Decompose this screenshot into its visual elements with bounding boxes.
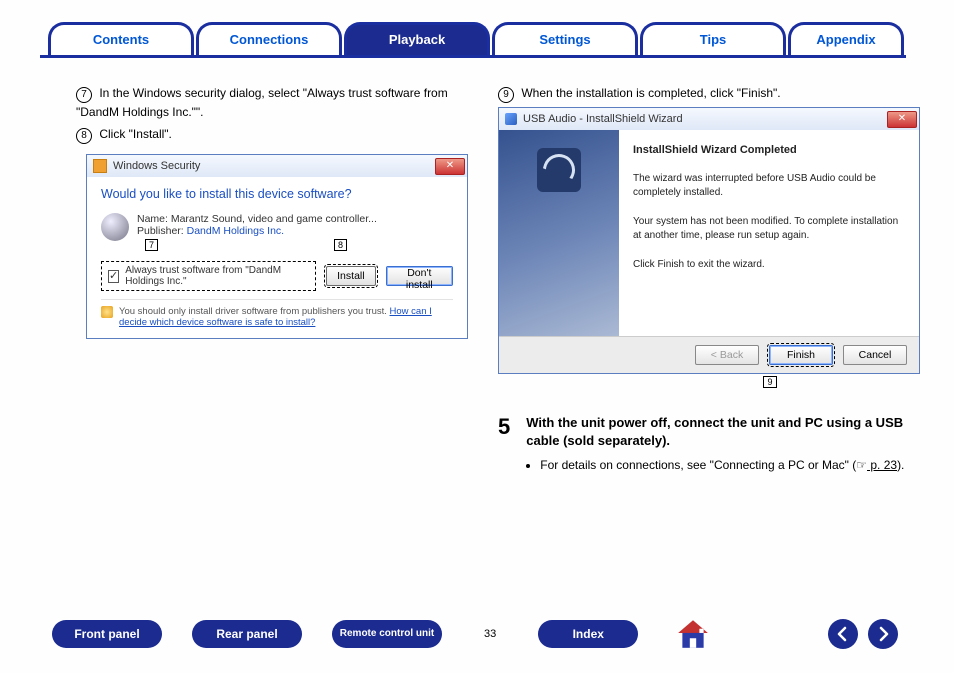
page-number: 33 <box>484 628 496 640</box>
step-9-line: 9 When the installation is completed, cl… <box>498 84 920 103</box>
globe-icon <box>101 213 129 241</box>
step-5: 5 With the unit power off, connect the u… <box>498 414 920 472</box>
step-7-number: 7 <box>76 87 92 103</box>
close-icon[interactable]: ✕ <box>887 111 917 128</box>
back-button: < Back <box>695 345 759 365</box>
finish-button[interactable]: Finish <box>769 345 833 365</box>
windows-security-dialog: Windows Security ✕ Would you like to ins… <box>86 154 468 339</box>
dialog-title: Windows Security <box>113 160 435 172</box>
tab-tips[interactable]: Tips <box>640 22 786 55</box>
installer-msg-2: Your system has not been modified. To co… <box>633 215 905 242</box>
installer-title: USB Audio - InstallShield Wizard <box>523 113 887 125</box>
step-9-text: When the installation is completed, clic… <box>521 86 780 100</box>
installer-msg-1: The wizard was interrupted before USB Au… <box>633 172 905 199</box>
installer-logo-icon <box>505 113 517 125</box>
step-7-text: In the Windows security dialog, select "… <box>76 86 448 119</box>
step-8-line: 8 Click "Install". <box>76 125 468 144</box>
device-publisher: Publisher: DandM Holdings Inc. <box>137 225 377 237</box>
page-ref-icon: ☞ <box>856 458 867 472</box>
always-trust-checkbox[interactable]: Always trust software from "DandM Holdin… <box>101 261 316 291</box>
security-question: Would you like to install this device so… <box>101 187 453 201</box>
install-disc-icon <box>537 148 581 192</box>
shield-small-icon <box>101 306 113 318</box>
callout-7: 7 <box>145 239 158 251</box>
callout-9: 9 <box>763 376 776 388</box>
step-5-number: 5 <box>498 414 510 472</box>
checkbox-icon <box>108 270 119 283</box>
step-9-number: 9 <box>498 87 514 103</box>
tab-playback[interactable]: Playback <box>344 22 490 55</box>
prev-page-button[interactable] <box>828 619 858 649</box>
callout-8: 8 <box>334 239 347 251</box>
rear-panel-button[interactable]: Rear panel <box>192 620 302 648</box>
front-panel-button[interactable]: Front panel <box>52 620 162 648</box>
tab-contents[interactable]: Contents <box>48 22 194 55</box>
installer-msg-3: Click Finish to exit the wizard. <box>633 258 905 272</box>
page-ref-link[interactable]: p. 23 <box>867 458 897 472</box>
tab-appendix[interactable]: Appendix <box>788 22 904 55</box>
installer-heading: InstallShield Wizard Completed <box>633 144 905 156</box>
index-button[interactable]: Index <box>538 620 638 648</box>
device-name: Name: Marantz Sound, video and game cont… <box>137 213 377 225</box>
tab-settings[interactable]: Settings <box>492 22 638 55</box>
remote-control-button[interactable]: Remote control unit <box>332 620 442 648</box>
step-8-text: Click "Install". <box>99 127 172 141</box>
shield-icon <box>93 159 107 173</box>
step-8-number: 8 <box>76 128 92 144</box>
installshield-dialog: USB Audio - InstallShield Wizard ✕ Insta… <box>498 107 920 374</box>
home-icon[interactable] <box>676 617 710 651</box>
dont-install-button[interactable]: Don't install <box>386 266 453 286</box>
close-icon[interactable]: ✕ <box>435 158 465 175</box>
step-7-line: 7 In the Windows security dialog, select… <box>76 84 468 121</box>
step-5-heading: With the unit power off, connect the uni… <box>526 414 920 450</box>
trust-footnote: You should only install driver software … <box>119 306 453 328</box>
tab-connections[interactable]: Connections <box>196 22 342 55</box>
next-page-button[interactable] <box>868 619 898 649</box>
step-5-bullet: For details on connections, see "Connect… <box>540 458 920 472</box>
cancel-button[interactable]: Cancel <box>843 345 907 365</box>
install-button[interactable]: Install <box>326 266 375 286</box>
